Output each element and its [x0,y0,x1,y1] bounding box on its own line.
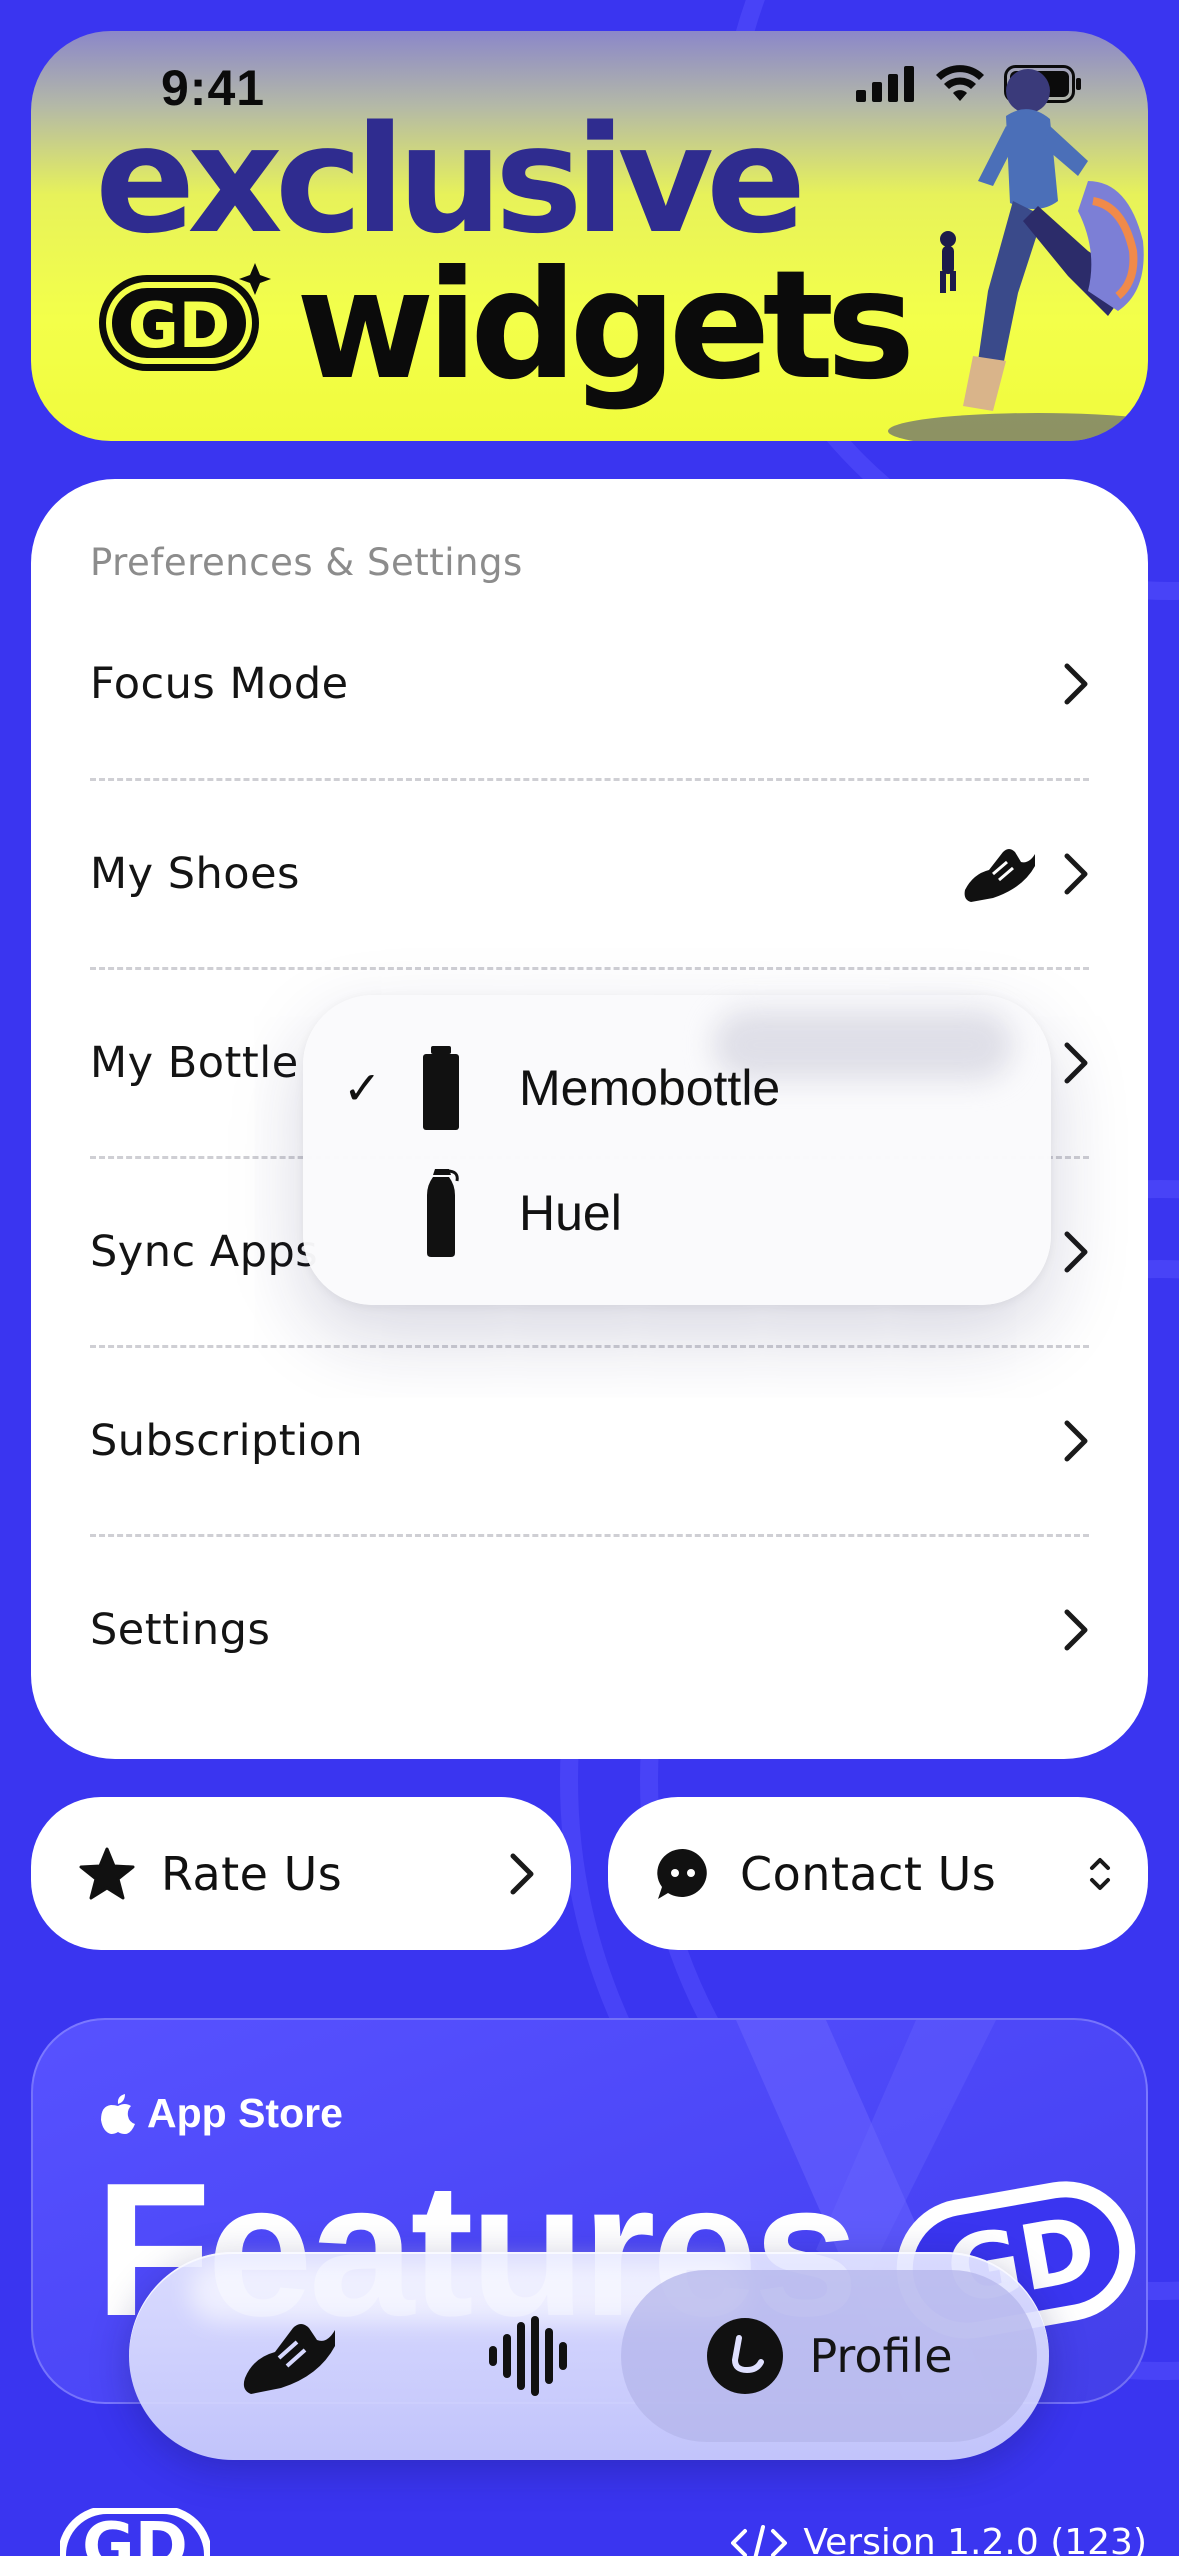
menu-item-label: Huel [519,1185,622,1241]
tab-bar: Profile [129,2252,1049,2460]
checkmark-icon: ✓ [343,1061,382,1115]
chevron-right-icon [1064,1609,1088,1650]
tab-audio[interactable] [429,2252,629,2460]
version-text: Version 1.2.0 (123) [803,2522,1147,2556]
row-focus-mode[interactable]: Focus Mode [90,589,1089,778]
tab-shoes[interactable] [189,2252,389,2460]
hero-title-exclusive: exclusive [95,94,806,266]
section-title: Preferences & Settings [90,541,523,584]
sneaker-icon [964,848,1035,902]
apple-logo-icon [101,2093,135,2134]
row-settings[interactable]: Settings [90,1535,1089,1724]
rate-us-button[interactable]: Rate Us [31,1797,571,1950]
row-label: My Bottle [90,1037,299,1088]
star-icon [79,1847,135,1899]
app-store-text: App Store [147,2090,343,2136]
menu-item-huel[interactable]: Huel [303,1153,1051,1273]
hero-banner: 9:41 exclusive GD widgets [31,31,1148,441]
runner-illustration [888,69,1148,441]
version-info: Version 1.2.0 (123) [731,2522,1147,2556]
chevron-right-icon [1064,1231,1088,1272]
round-bottle-icon [427,1169,459,1257]
row-label: Settings [90,1604,271,1655]
menu-item-label: Memobottle [519,1060,781,1116]
menu-item-memobottle[interactable]: ✓ Memobottle [303,1028,1051,1148]
row-label: Focus Mode [90,658,349,709]
tab-profile[interactable]: Profile [621,2252,1037,2460]
row-subscription[interactable]: Subscription [90,1346,1089,1535]
tab-profile-label: Profile [809,2329,953,2383]
chevron-right-icon [510,1853,534,1894]
profile-icon [707,2318,784,2394]
flat-bottle-icon [423,1046,459,1130]
chevron-right-icon [1064,663,1088,704]
gd-footer-logo-icon: GD [60,2508,210,2556]
chevron-right-icon [1064,853,1088,894]
bottle-picker-menu: ✓ Memobottle Huel [303,995,1051,1305]
chevron-right-icon [1064,1420,1088,1461]
code-icon [731,2524,788,2556]
svg-text:GD: GD [82,2510,188,2556]
rate-us-label: Rate Us [161,1846,343,1901]
waveform-icon [489,2316,567,2396]
app-store-label: App Store [99,2090,343,2137]
row-label: Sync Apps [90,1226,319,1277]
chevron-up-down-icon [1090,1857,1110,1890]
svg-text:GD: GD [128,289,230,362]
chat-bubble-icon [657,1848,707,1899]
contact-us-button[interactable]: Contact Us [608,1797,1148,1950]
row-label: Subscription [90,1415,364,1466]
row-my-shoes[interactable]: My Shoes [90,779,1089,968]
chevron-right-icon [1064,1042,1088,1083]
contact-us-label: Contact Us [740,1846,997,1901]
gd-logo-icon: GD [99,263,271,371]
sneaker-icon [243,2324,335,2394]
row-label: My Shoes [90,848,300,899]
